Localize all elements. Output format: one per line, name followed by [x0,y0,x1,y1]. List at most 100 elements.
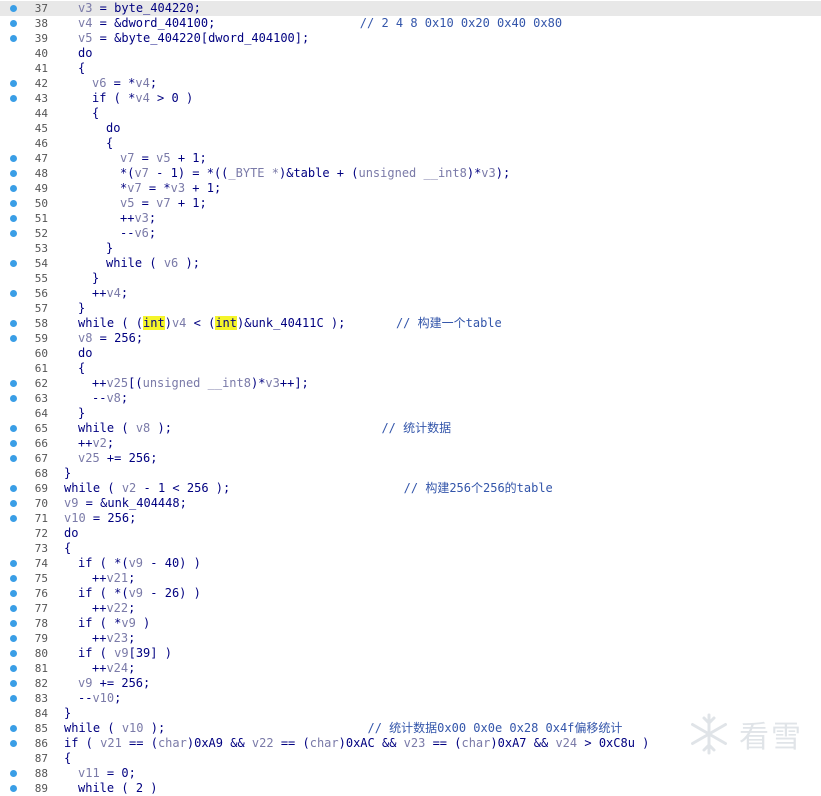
code-line[interactable]: 81 ++v24; [0,661,821,676]
code-line[interactable]: 82 v9 += 256; [0,676,821,691]
code-text[interactable]: ++v2; [78,436,114,451]
code-text[interactable]: --v6; [120,226,156,241]
breakpoint-dot-icon[interactable] [10,485,17,492]
code-text[interactable]: v5 = v7 + 1; [120,196,207,211]
code-text[interactable]: v8 = 256; [78,331,143,346]
code-text[interactable]: ++v21; [92,571,135,586]
code-line[interactable]: 71 v10 = 256; [0,511,821,526]
code-line[interactable]: 69 while ( v2 - 1 < 256 ); // 构建256个256的t… [0,481,821,496]
code-text[interactable]: { [64,751,71,766]
code-line[interactable]: 52 --v6; [0,226,821,241]
code-text[interactable]: v4 = &dword_404100; // 2 4 8 0x10 0x20 0… [78,16,562,31]
breakpoint-dot-icon[interactable] [10,80,17,87]
code-text[interactable]: if ( v9[39] ) [78,646,172,661]
breakpoint-dot-icon[interactable] [10,35,17,42]
code-line[interactable]: 75 ++v21; [0,571,821,586]
breakpoint-dot-icon[interactable] [10,590,17,597]
code-text[interactable]: } [78,406,85,421]
breakpoint-dot-icon[interactable] [10,290,17,297]
code-line[interactable]: 47 v7 = v5 + 1; [0,151,821,166]
breakpoint-dot-icon[interactable] [10,665,17,672]
code-line[interactable]: 57} [0,301,821,316]
code-line[interactable]: 68} [0,466,821,481]
breakpoint-dot-icon[interactable] [10,380,17,387]
breakpoint-dot-icon[interactable] [10,770,17,777]
code-text[interactable]: v5 = &byte_404220[dword_404100]; [78,31,309,46]
breakpoint-dot-icon[interactable] [10,515,17,522]
code-text[interactable]: { [78,361,85,376]
code-text[interactable]: do [64,526,78,541]
code-line[interactable]: 79 ++v23; [0,631,821,646]
breakpoint-dot-icon[interactable] [10,725,17,732]
code-text[interactable]: { [106,136,113,151]
breakpoint-dot-icon[interactable] [10,395,17,402]
code-line[interactable]: 73 { [0,541,821,556]
code-text[interactable]: v9 = &unk_404448; [64,496,187,511]
code-text[interactable]: ++v24; [92,661,135,676]
code-text[interactable]: if ( *(v9 - 26) ) [78,586,201,601]
code-line[interactable]: 46 { [0,136,821,151]
breakpoint-dot-icon[interactable] [10,260,17,267]
code-text[interactable]: } [64,706,71,721]
code-text[interactable]: v11 = 0; [78,766,136,781]
code-line[interactable]: 50 v5 = v7 + 1; [0,196,821,211]
breakpoint-dot-icon[interactable] [10,215,17,222]
code-line[interactable]: 54 while ( v6 ); [0,256,821,271]
breakpoint-dot-icon[interactable] [10,605,17,612]
code-line[interactable]: 62 ++v25[(unsigned __int8)*v3++]; [0,376,821,391]
breakpoint-dot-icon[interactable] [10,320,17,327]
code-text[interactable]: } [92,271,99,286]
breakpoint-dot-icon[interactable] [10,650,17,657]
code-text[interactable]: while ( 2 ) [78,781,158,796]
code-text[interactable]: do [78,46,92,61]
code-text[interactable]: ++v25[(unsigned __int8)*v3++]; [92,376,309,391]
code-text[interactable]: v3 = byte_404220; [78,1,201,16]
code-text[interactable]: do [78,346,92,361]
code-line[interactable]: 74 if ( *(v9 - 40) ) [0,556,821,571]
pseudocode-view[interactable]: 37 v3 = byte_404220; 38 v4 = &dword_404100;… [0,0,821,796]
breakpoint-dot-icon[interactable] [10,95,17,102]
breakpoint-dot-icon[interactable] [10,695,17,702]
code-line[interactable]: 40 do [0,46,821,61]
code-text[interactable]: v9 += 256; [78,676,150,691]
code-line[interactable]: 72 do [0,526,821,541]
code-line[interactable]: 65 while ( v8 ); // 统计数据 [0,421,821,436]
code-text[interactable]: ++v3; [120,211,156,226]
code-line[interactable]: 56 ++v4; [0,286,821,301]
code-line[interactable]: 80 if ( v9[39] ) [0,646,821,661]
code-line[interactable]: 77 ++v22; [0,601,821,616]
code-text[interactable]: } [106,241,113,256]
code-text[interactable]: *(v7 - 1) = *((_BYTE *)&table + (unsigne… [120,166,510,181]
code-text[interactable]: { [92,106,99,121]
code-line[interactable]: 66 ++v2; [0,436,821,451]
code-line[interactable]: 44 { [0,106,821,121]
code-line[interactable]: 61 { [0,361,821,376]
breakpoint-dot-icon[interactable] [10,440,17,447]
breakpoint-dot-icon[interactable] [10,680,17,687]
code-text[interactable]: { [64,541,71,556]
code-text[interactable]: --v10; [78,691,121,706]
breakpoint-dot-icon[interactable] [10,200,17,207]
breakpoint-dot-icon[interactable] [10,230,17,237]
code-text[interactable]: while ( v2 - 1 < 256 ); // 构建256个256的tab… [64,481,553,496]
code-line[interactable]: 48 *(v7 - 1) = *((_BYTE *)&table + (unsig… [0,166,821,181]
breakpoint-dot-icon[interactable] [10,455,17,462]
code-line[interactable]: 53} [0,241,821,256]
breakpoint-dot-icon[interactable] [10,170,17,177]
code-line[interactable]: 49 *v7 = *v3 + 1; [0,181,821,196]
code-text[interactable]: if ( v21 == (char)0xA9 && v22 == (char)0… [64,736,649,751]
code-text[interactable]: if ( *v4 > 0 ) [92,91,193,106]
breakpoint-dot-icon[interactable] [10,335,17,342]
code-text[interactable]: ++v4; [92,286,128,301]
code-line[interactable]: 70 v9 = &unk_404448; [0,496,821,511]
code-line[interactable]: 64} [0,406,821,421]
breakpoint-dot-icon[interactable] [10,785,17,792]
code-text[interactable]: { [78,61,85,76]
code-text[interactable]: do [106,121,120,136]
code-text[interactable]: while ( v10 ); // 统计数据0x00 0x0e 0x28 0x4… [64,721,622,736]
code-line[interactable]: 67 v25 += 256; [0,451,821,466]
breakpoint-dot-icon[interactable] [10,740,17,747]
code-text[interactable]: v25 += 256; [78,451,158,466]
code-text[interactable]: ++v22; [92,601,135,616]
code-text[interactable]: if ( *(v9 - 40) ) [78,556,201,571]
